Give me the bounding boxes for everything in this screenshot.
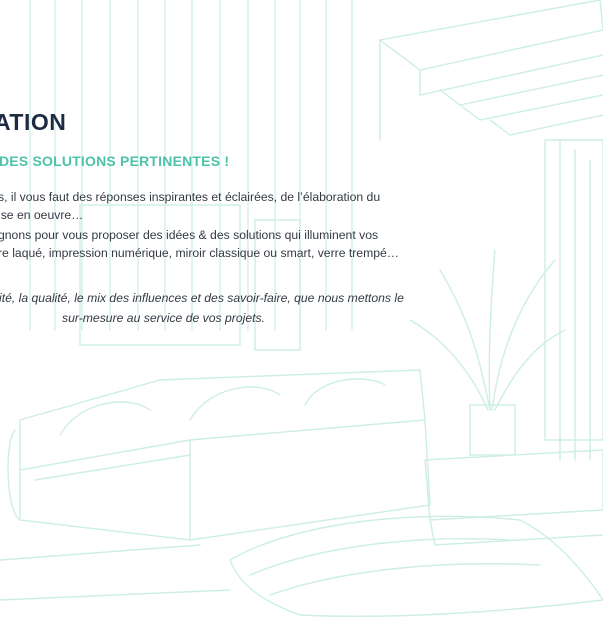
- paragraph-line-3: gnons pour vous proposer des idées & des…: [0, 228, 379, 242]
- section-subtitle: DES SOLUTIONS PERTINENTES !: [0, 153, 230, 169]
- paragraph-line-1: s, il vous faut des réponses inspirantes…: [0, 190, 381, 204]
- section-title: ATION: [0, 109, 67, 135]
- hero-section: ATION DES SOLUTIONS PERTINENTES ! s, il …: [0, 0, 603, 628]
- quote-line-2: sur-mesure au service de vos projets.: [62, 311, 265, 325]
- paragraph-line-4: re laqué, impression numérique, miroir c…: [0, 246, 399, 260]
- paragraph-line-2: ise en oeuvre…: [0, 208, 84, 222]
- quote-line-1: ité, la qualité, le mix des influences e…: [0, 291, 404, 305]
